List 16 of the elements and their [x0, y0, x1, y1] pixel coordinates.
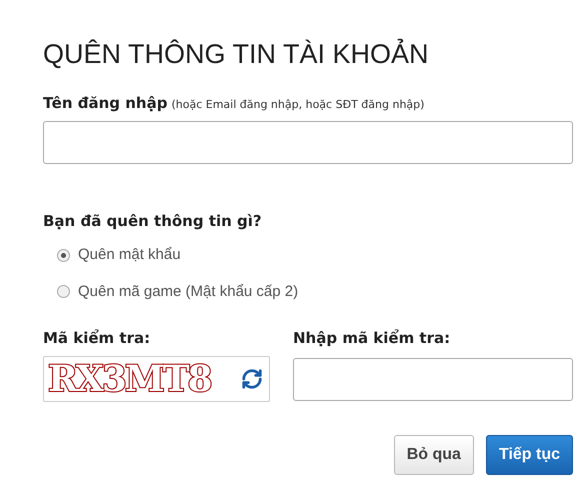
radio-button[interactable] — [57, 248, 70, 262]
field-hint: (hoặc Email đăng nhập, hoặc SĐT đăng nhập) — [171, 97, 424, 113]
radio-button[interactable] — [57, 285, 70, 298]
captcha-label: Mã kiểm tra: — [43, 328, 152, 349]
radio-label[interactable]: Quên mật khẩu — [78, 244, 181, 266]
question-label: Bạn đã quên thông tin gì? — [43, 210, 263, 232]
captcha-field[interactable] — [293, 358, 573, 400]
refresh-icon[interactable] — [241, 368, 263, 390]
captcha-code: RX3MT8 — [47, 356, 213, 400]
radio-label[interactable]: Quên mã game (Mật khẩu cấp 2) — [78, 280, 298, 303]
username-field[interactable] — [43, 120, 573, 164]
skip-button[interactable]: Bỏ qua — [394, 434, 474, 474]
field-label: Tên đăng nhập — [43, 93, 168, 114]
captcha-input-label: Nhập mã kiểm tra: — [293, 328, 452, 349]
page-title: QUÊN THÔNG TIN TÀI KHOẢN — [43, 38, 430, 71]
continue-button[interactable]: Tiếp tục — [486, 434, 573, 474]
